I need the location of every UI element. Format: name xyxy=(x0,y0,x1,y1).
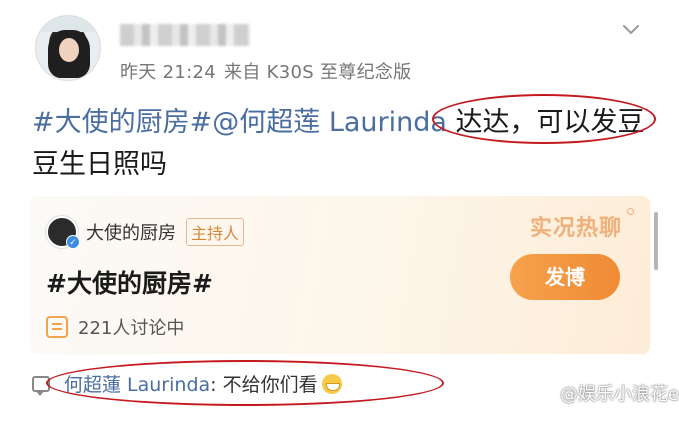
avatar[interactable] xyxy=(35,15,101,81)
mention-link[interactable]: @何超莲 Laurinda xyxy=(212,107,447,138)
card-topic-title[interactable]: #大使的厨房# xyxy=(46,264,213,300)
live-chat-dot-icon xyxy=(627,208,634,215)
comment-text: : 不给你们看 xyxy=(210,374,318,396)
card-header: ✓ 大使的厨房 主持人 xyxy=(46,216,245,249)
watermark-text: @娱乐小浪花er xyxy=(560,384,679,405)
discussion-count: 221人讨论中 xyxy=(78,318,185,339)
watermark: @娱乐小浪花er xyxy=(530,380,679,406)
grin-emoji-icon xyxy=(321,373,342,394)
post-text: #大使的厨房#@何超莲 Laurinda 达达，可以发豆豆生日照吗 xyxy=(32,102,652,186)
card-footer: 221人讨论中 xyxy=(46,314,184,340)
post-button[interactable]: 发博 xyxy=(510,254,620,300)
weibo-logo-icon xyxy=(531,386,554,402)
card-account-name[interactable]: 大使的厨房 xyxy=(86,219,176,245)
post-source: 来自 K30S 至尊纪念版 xyxy=(224,62,412,83)
post-meta: 昨天 21:24 来自 K30S 至尊纪念版 xyxy=(120,58,419,84)
topic-card[interactable]: ✓ 大使的厨房 主持人 实况热聊 #大使的厨房# 发博 221人讨论中 xyxy=(30,196,650,354)
chat-bubble-icon xyxy=(46,316,68,338)
verified-icon: ✓ xyxy=(66,235,80,249)
comment-preview[interactable]: 何超蓮 Laurinda : 不给你们看 xyxy=(32,370,342,397)
username-redacted xyxy=(120,24,250,46)
comment-icon xyxy=(32,375,50,396)
topic-link[interactable]: #大使的厨房# xyxy=(32,107,212,138)
comment-author[interactable]: 何超蓮 Laurinda xyxy=(64,370,210,397)
card-account-avatar[interactable]: ✓ xyxy=(46,216,80,249)
live-chat-label: 实况热聊 xyxy=(529,208,634,242)
live-chat-text: 实况热聊 xyxy=(529,216,622,241)
post-timestamp: 昨天 21:24 xyxy=(120,62,216,83)
host-badge: 主持人 xyxy=(186,218,245,246)
scrollbar[interactable] xyxy=(654,212,658,270)
chevron-down-icon[interactable] xyxy=(620,18,642,40)
